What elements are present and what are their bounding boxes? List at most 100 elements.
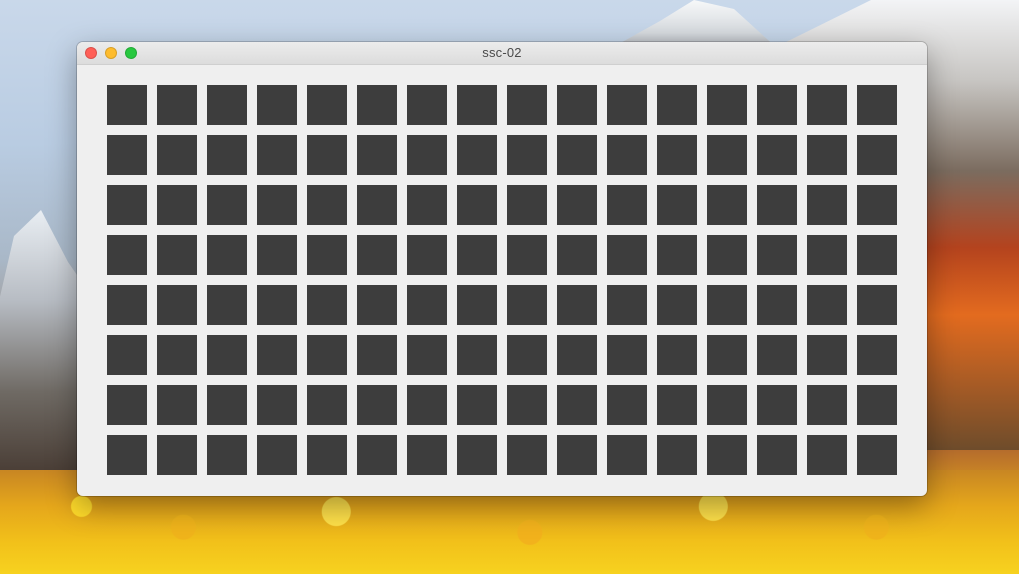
grid-cell[interactable]	[157, 335, 197, 375]
grid-cell[interactable]	[457, 285, 497, 325]
grid-cell[interactable]	[457, 335, 497, 375]
grid-cell[interactable]	[407, 185, 447, 225]
grid-cell[interactable]	[857, 435, 897, 475]
grid-cell[interactable]	[107, 385, 147, 425]
grid-cell[interactable]	[257, 185, 297, 225]
grid-cell[interactable]	[557, 385, 597, 425]
grid-cell[interactable]	[207, 85, 247, 125]
grid-cell[interactable]	[307, 285, 347, 325]
grid-cell[interactable]	[607, 285, 647, 325]
grid-cell[interactable]	[557, 135, 597, 175]
grid-cell[interactable]	[657, 135, 697, 175]
grid-cell[interactable]	[857, 185, 897, 225]
grid-cell[interactable]	[357, 285, 397, 325]
grid-cell[interactable]	[657, 335, 697, 375]
grid-cell[interactable]	[407, 335, 447, 375]
grid-cell[interactable]	[757, 185, 797, 225]
grid-cell[interactable]	[807, 335, 847, 375]
grid-cell[interactable]	[207, 285, 247, 325]
grid-cell[interactable]	[657, 235, 697, 275]
grid-cell[interactable]	[607, 335, 647, 375]
grid-cell[interactable]	[157, 285, 197, 325]
grid-cell[interactable]	[607, 235, 647, 275]
grid-cell[interactable]	[757, 135, 797, 175]
grid-cell[interactable]	[507, 385, 547, 425]
grid-cell[interactable]	[757, 235, 797, 275]
grid-cell[interactable]	[207, 235, 247, 275]
grid-cell[interactable]	[107, 235, 147, 275]
grid-cell[interactable]	[207, 135, 247, 175]
grid-cell[interactable]	[457, 235, 497, 275]
grid-cell[interactable]	[107, 435, 147, 475]
grid-cell[interactable]	[707, 385, 747, 425]
grid-cell[interactable]	[157, 135, 197, 175]
grid-cell[interactable]	[357, 185, 397, 225]
grid-cell[interactable]	[157, 85, 197, 125]
grid-cell[interactable]	[257, 135, 297, 175]
grid-cell[interactable]	[807, 435, 847, 475]
grid-cell[interactable]	[107, 185, 147, 225]
grid-cell[interactable]	[557, 85, 597, 125]
grid-cell[interactable]	[307, 85, 347, 125]
grid-cell[interactable]	[457, 435, 497, 475]
grid-cell[interactable]	[407, 135, 447, 175]
grid-cell[interactable]	[207, 385, 247, 425]
grid-cell[interactable]	[607, 185, 647, 225]
grid-cell[interactable]	[657, 435, 697, 475]
grid-cell[interactable]	[607, 435, 647, 475]
grid-cell[interactable]	[557, 335, 597, 375]
grid-cell[interactable]	[707, 285, 747, 325]
grid-cell[interactable]	[257, 435, 297, 475]
grid-cell[interactable]	[357, 435, 397, 475]
grid-cell[interactable]	[357, 335, 397, 375]
grid-cell[interactable]	[657, 185, 697, 225]
grid-cell[interactable]	[307, 135, 347, 175]
grid-cell[interactable]	[807, 135, 847, 175]
grid-cell[interactable]	[707, 335, 747, 375]
window-titlebar[interactable]: ssc-02	[77, 42, 927, 65]
grid-cell[interactable]	[857, 385, 897, 425]
grid-cell[interactable]	[857, 235, 897, 275]
grid-cell[interactable]	[507, 435, 547, 475]
grid-cell[interactable]	[157, 385, 197, 425]
grid-cell[interactable]	[457, 385, 497, 425]
grid-cell[interactable]	[307, 435, 347, 475]
grid-cell[interactable]	[457, 185, 497, 225]
grid-cell[interactable]	[107, 135, 147, 175]
grid-cell[interactable]	[157, 235, 197, 275]
grid-cell[interactable]	[507, 285, 547, 325]
grid-cell[interactable]	[557, 285, 597, 325]
grid-cell[interactable]	[757, 435, 797, 475]
grid-cell[interactable]	[657, 285, 697, 325]
grid-cell[interactable]	[357, 85, 397, 125]
grid-cell[interactable]	[807, 235, 847, 275]
grid-cell[interactable]	[607, 135, 647, 175]
grid-cell[interactable]	[657, 385, 697, 425]
grid-cell[interactable]	[307, 335, 347, 375]
grid-cell[interactable]	[557, 185, 597, 225]
grid-cell[interactable]	[257, 285, 297, 325]
grid-cell[interactable]	[857, 135, 897, 175]
grid-cell[interactable]	[807, 85, 847, 125]
grid-cell[interactable]	[107, 285, 147, 325]
grid-cell[interactable]	[157, 185, 197, 225]
grid-cell[interactable]	[507, 85, 547, 125]
grid-cell[interactable]	[557, 235, 597, 275]
grid-cell[interactable]	[307, 385, 347, 425]
grid-cell[interactable]	[457, 135, 497, 175]
grid-cell[interactable]	[757, 285, 797, 325]
grid-cell[interactable]	[757, 335, 797, 375]
grid-cell[interactable]	[707, 185, 747, 225]
grid-cell[interactable]	[157, 435, 197, 475]
grid-cell[interactable]	[707, 85, 747, 125]
grid-cell[interactable]	[807, 385, 847, 425]
grid-cell[interactable]	[757, 85, 797, 125]
grid-cell[interactable]	[407, 435, 447, 475]
grid-cell[interactable]	[507, 235, 547, 275]
grid-cell[interactable]	[657, 85, 697, 125]
grid-cell[interactable]	[207, 435, 247, 475]
grid-cell[interactable]	[207, 185, 247, 225]
grid-cell[interactable]	[507, 135, 547, 175]
grid-cell[interactable]	[857, 285, 897, 325]
grid-cell[interactable]	[257, 85, 297, 125]
